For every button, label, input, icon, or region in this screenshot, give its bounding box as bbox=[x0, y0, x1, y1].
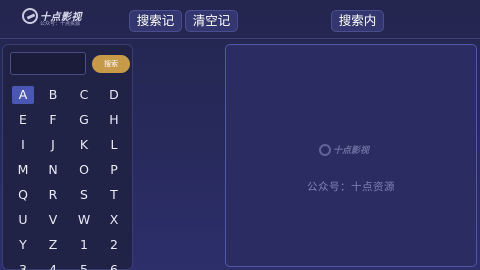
key-t[interactable]: T bbox=[103, 186, 125, 204]
key-g[interactable]: G bbox=[73, 111, 95, 129]
key-u[interactable]: U bbox=[12, 211, 34, 229]
key-y[interactable]: Y bbox=[12, 236, 34, 254]
brand-logo-icon bbox=[22, 8, 38, 24]
key-m[interactable]: M bbox=[12, 161, 34, 179]
search-history-button[interactable]: 搜索记 bbox=[129, 10, 182, 32]
key-o[interactable]: O bbox=[73, 161, 95, 179]
key-f[interactable]: F bbox=[42, 111, 64, 129]
watermark-logo-icon bbox=[319, 144, 331, 156]
key-z[interactable]: Z bbox=[42, 236, 64, 254]
watermark-logo-text: 十点影视 bbox=[333, 146, 370, 156]
search-input[interactable] bbox=[10, 52, 86, 75]
brand-subtitle: 公众号：十点资源 bbox=[40, 21, 81, 27]
top-bar: 十点影视 公众号：十点资源 搜索记 清空记 搜索内 bbox=[0, 0, 480, 38]
key-v[interactable]: V bbox=[42, 211, 64, 229]
key-h[interactable]: H bbox=[103, 111, 125, 129]
history-list bbox=[136, 44, 222, 270]
key-2[interactable]: 2 bbox=[103, 236, 125, 254]
search-content-button[interactable]: 搜索内 bbox=[331, 10, 384, 32]
key-4[interactable]: 4 bbox=[42, 261, 64, 270]
watermark: 十点影视 公众号：十点资源 bbox=[226, 143, 476, 194]
key-b[interactable]: B bbox=[42, 86, 64, 104]
search-button[interactable]: 搜索 bbox=[92, 55, 130, 73]
key-q[interactable]: Q bbox=[12, 186, 34, 204]
key-n[interactable]: N bbox=[42, 161, 64, 179]
key-5[interactable]: 5 bbox=[73, 261, 95, 270]
header-divider bbox=[0, 38, 480, 39]
key-r[interactable]: R bbox=[42, 186, 64, 204]
key-x[interactable]: X bbox=[103, 211, 125, 229]
key-e[interactable]: E bbox=[12, 111, 34, 129]
brand-logo: 十点影视 公众号：十点资源 bbox=[22, 8, 92, 30]
key-3[interactable]: 3 bbox=[12, 261, 34, 270]
key-6[interactable]: 6 bbox=[103, 261, 125, 270]
key-w[interactable]: W bbox=[73, 211, 95, 229]
key-a[interactable]: A bbox=[12, 86, 34, 104]
clear-history-button[interactable]: 清空记 bbox=[185, 10, 238, 32]
key-j[interactable]: J bbox=[42, 136, 64, 154]
key-l[interactable]: L bbox=[103, 136, 125, 154]
key-i[interactable]: I bbox=[12, 136, 34, 154]
key-s[interactable]: S bbox=[73, 186, 95, 204]
watermark-text: 公众号：十点资源 bbox=[307, 181, 395, 193]
results-panel: 十点影视 公众号：十点资源 bbox=[225, 44, 477, 267]
key-1[interactable]: 1 bbox=[73, 236, 95, 254]
key-p[interactable]: P bbox=[103, 161, 125, 179]
key-c[interactable]: C bbox=[73, 86, 95, 104]
keyboard-panel: 搜索 ABCD EFGH IJKL MNOP QRST UVWX YZ12 3456 bbox=[2, 44, 133, 270]
key-d[interactable]: D bbox=[103, 86, 125, 104]
watermark-logo: 十点影视 bbox=[319, 144, 383, 158]
key-k[interactable]: K bbox=[73, 136, 95, 154]
